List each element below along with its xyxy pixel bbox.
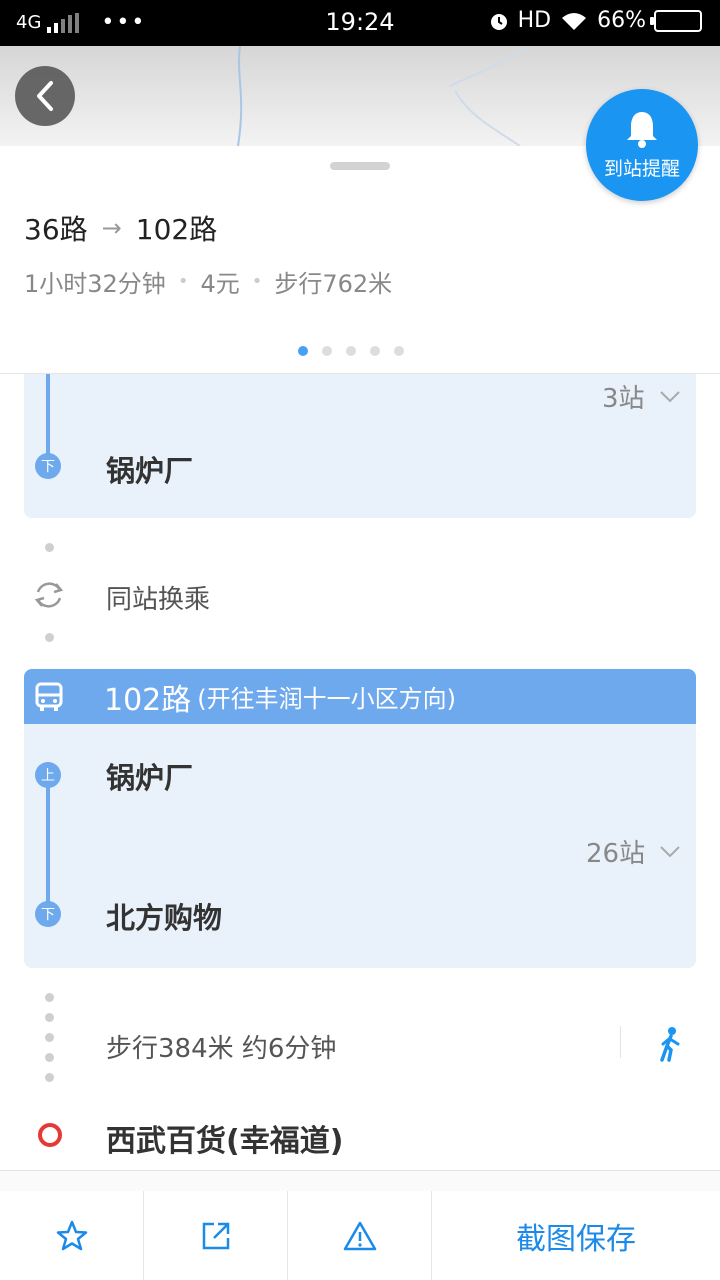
route-detail-list[interactable]: 3站 下 锅炉厂 同站换乘 102路 (开往丰润十一小区方向) 上 锅炉厂 26…: [0, 374, 720, 1170]
board-badge: 上: [35, 762, 61, 788]
stops-toggle[interactable]: 3站: [602, 378, 681, 415]
route-line: [46, 374, 50, 454]
plan-pager[interactable]: [298, 346, 404, 356]
transfer-text: 同站换乘: [106, 585, 211, 615]
route-walk-distance: 步行762米: [274, 270, 393, 298]
favorite-button[interactable]: [0, 1191, 144, 1280]
stops-count: 26站: [586, 839, 646, 869]
connector-dot: [45, 993, 54, 1002]
drag-handle[interactable]: [330, 162, 390, 170]
status-right: HD 66%: [488, 8, 702, 33]
alight-badge: 下: [35, 453, 61, 479]
bell-icon: [627, 111, 657, 148]
connector-dot: [45, 1013, 54, 1022]
share-button[interactable]: [144, 1191, 288, 1280]
chevron-left-icon: [37, 81, 53, 111]
report-button[interactable]: [288, 1191, 432, 1280]
battery-percent: 66%: [597, 8, 646, 33]
destination-name[interactable]: 西武百货(幸福道): [106, 1116, 343, 1160]
connector-dot: [45, 1033, 54, 1042]
segment-card-bus: 102路 (开往丰润十一小区方向) 上 锅炉厂 26站 下 北方购物: [24, 669, 696, 968]
connector-dot: [45, 633, 54, 642]
bottom-action-bar: 截图保存: [0, 1170, 720, 1280]
chevron-down-icon: [660, 845, 680, 857]
pager-dot[interactable]: [370, 346, 380, 356]
share-icon: [202, 1222, 229, 1250]
bus-icon: [24, 682, 74, 712]
meta-separator: •: [177, 271, 189, 292]
walking-person-icon[interactable]: [656, 1026, 684, 1062]
meta-separator: •: [251, 271, 263, 292]
route-fare: 4元: [200, 270, 240, 298]
back-button[interactable]: [15, 66, 75, 126]
pager-dot[interactable]: [298, 346, 308, 356]
route-line-to: 102路: [135, 213, 218, 246]
connector-dot: [45, 543, 54, 552]
bus-line-header[interactable]: 102路 (开往丰润十一小区方向): [24, 669, 696, 724]
battery-icon: [650, 9, 702, 32]
route-duration: 1小时32分钟: [24, 270, 166, 298]
alight-station[interactable]: 锅炉厂: [106, 448, 193, 490]
divider: [620, 1026, 621, 1058]
pager-dot[interactable]: [322, 346, 332, 356]
board-station[interactable]: 锅炉厂: [106, 755, 193, 797]
segment-card-first: 3站 下 锅炉厂: [24, 374, 696, 518]
route-meta: 1小时32分钟 • 4元 • 步行762米: [24, 264, 392, 299]
bus-line-name: 102路: [104, 682, 192, 718]
pager-dot[interactable]: [394, 346, 404, 356]
pager-dot[interactable]: [346, 346, 356, 356]
alight-badge: 下: [35, 901, 61, 927]
route-line: [46, 779, 50, 915]
arrival-alert-button[interactable]: 到站提醒: [586, 89, 698, 201]
stops-toggle[interactable]: 26站: [586, 833, 681, 870]
stops-count: 3站: [602, 384, 645, 414]
walk-text: 步行384米 约6分钟: [106, 1034, 337, 1064]
bus-line-direction: (开往丰润十一小区方向): [197, 685, 456, 713]
hd-label: HD: [517, 8, 552, 33]
alight-station[interactable]: 北方购物: [106, 895, 222, 937]
destination-marker-icon: [38, 1123, 62, 1147]
status-bar: 4G ••• 19:24 HD 66%: [0, 0, 720, 46]
star-icon: [56, 1220, 87, 1251]
route-title: 36路 → 102路: [24, 208, 217, 248]
route-line-from: 36路: [24, 213, 88, 246]
screenshot-save-button[interactable]: 截图保存: [432, 1191, 720, 1280]
arrival-alert-label: 到站提醒: [603, 157, 680, 180]
chevron-down-icon: [659, 390, 680, 402]
alarm-icon: [490, 13, 507, 30]
connector-dot: [45, 1073, 54, 1082]
warning-icon: [343, 1221, 376, 1251]
arrow-right-icon: →: [101, 214, 122, 242]
connector-dot: [45, 1053, 54, 1062]
transfer-icon: [34, 582, 64, 608]
wifi-icon: [562, 12, 587, 30]
